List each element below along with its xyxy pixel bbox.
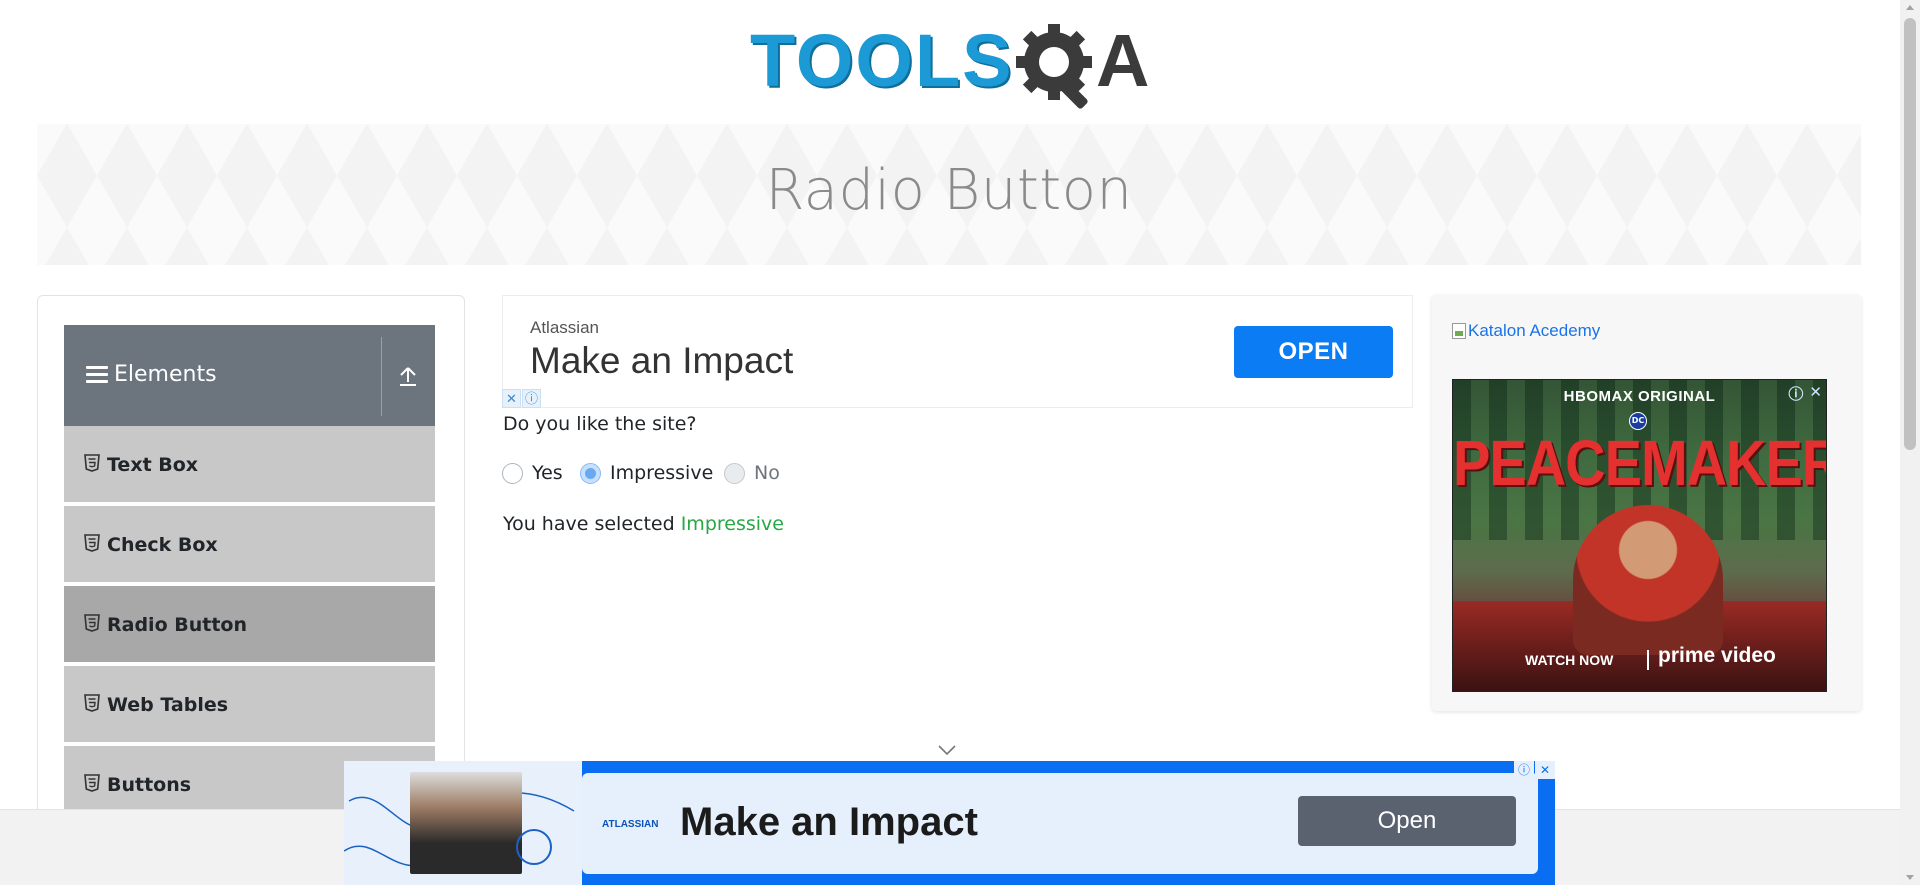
radio-label-impressive[interactable]: Impressive xyxy=(610,462,713,484)
sidebar-item-check-box[interactable]: Check Box xyxy=(64,506,435,584)
broken-image-icon xyxy=(1452,323,1466,339)
radio-input-impressive[interactable] xyxy=(580,462,601,484)
logo-text: TOOLS xyxy=(750,19,1014,102)
selection-result: You have selected Impressive xyxy=(503,513,784,535)
html5-icon xyxy=(84,614,100,632)
ad-info-icon[interactable]: ⓘ xyxy=(1514,761,1534,779)
globe-icon xyxy=(516,829,552,865)
bottom-ad-controls: ⓘ ✕ xyxy=(1514,761,1555,779)
chevron-down-icon[interactable] xyxy=(937,744,957,756)
peacemaker-ad[interactable]: HBOMAX ORIGINAL DC PEACEMAKER WATCH NOW … xyxy=(1452,379,1827,692)
ad-close-icon[interactable]: ✕ xyxy=(502,389,521,408)
scroll-up-icon[interactable] xyxy=(1906,5,1914,10)
html5-icon xyxy=(84,774,100,792)
radio-option-no: No xyxy=(724,460,780,486)
page-scrollbar[interactable] xyxy=(1900,0,1920,885)
bottom-ad-headline: Make an Impact xyxy=(680,800,978,844)
ad-photo xyxy=(410,772,522,874)
atlassian-logo: ATLASSIAN xyxy=(602,819,659,830)
sidebar-item-label: Web Tables xyxy=(107,694,229,716)
radio-option-yes[interactable]: Yes xyxy=(502,460,563,486)
radio-input-no xyxy=(724,462,745,484)
ad-info-icon[interactable]: ⓘ xyxy=(522,389,541,408)
sidebar-item-label: Buttons xyxy=(107,774,192,796)
result-prefix: You have selected xyxy=(503,513,681,535)
logo-suffix: A xyxy=(1096,19,1150,102)
top-ad-banner[interactable]: Atlassian Make an Impact OPEN xyxy=(502,295,1413,408)
sidebar-item-radio-button[interactable]: Radio Button xyxy=(64,586,435,664)
ad-headline: Make an Impact xyxy=(530,340,794,381)
header-divider xyxy=(381,337,382,416)
bottom-ad-panel: ATLASSIAN Make an Impact Open xyxy=(582,773,1538,874)
ad-brand: Atlassian xyxy=(530,318,599,337)
radio-option-impressive[interactable]: Impressive xyxy=(580,460,713,486)
radio-input-yes[interactable] xyxy=(502,462,523,484)
scroll-thumb[interactable] xyxy=(1904,18,1916,450)
poster-platform: prime video xyxy=(1658,644,1776,667)
scroll-down-icon[interactable] xyxy=(1906,875,1914,880)
bottom-ad-open-button[interactable]: Open xyxy=(1298,796,1516,846)
question-label: Do you like the site? xyxy=(503,413,697,435)
ad-close-icon[interactable]: ✕ xyxy=(1809,383,1822,404)
collapse-arrow-icon[interactable] xyxy=(393,361,423,391)
poster-separator xyxy=(1647,650,1649,670)
ad-close-icon[interactable]: ✕ xyxy=(1535,761,1555,779)
sidebar-item-label: Text Box xyxy=(107,454,199,476)
gear-icon xyxy=(1016,24,1092,109)
html5-icon xyxy=(84,534,100,552)
sidebar-item-web-tables[interactable]: Web Tables xyxy=(64,666,435,744)
ad-illustration xyxy=(344,761,582,885)
hamburger-icon xyxy=(86,366,108,384)
page-title: Radio Button xyxy=(765,158,1133,223)
poster-cta: WATCH NOW xyxy=(1525,652,1614,668)
result-value: Impressive xyxy=(680,513,784,535)
poster-network: HBOMAX ORIGINAL xyxy=(1563,388,1716,405)
sidebar-group-title: Elements xyxy=(114,362,217,387)
radio-label-yes[interactable]: Yes xyxy=(532,462,563,484)
radio-label-no: No xyxy=(754,462,780,484)
bottom-ad-banner[interactable]: ATLASSIAN Make an Impact Open ⓘ ✕ xyxy=(344,761,1555,885)
sidebar-item-label: Check Box xyxy=(107,534,218,556)
sidebar-item-text-box[interactable]: Text Box xyxy=(64,426,435,504)
page-banner: Radio Button xyxy=(37,124,1861,265)
ad-choices: ✕ ⓘ xyxy=(502,389,542,408)
poster-figure xyxy=(1573,505,1723,655)
sidebar-item-label: Radio Button xyxy=(107,614,247,636)
ad-info-icon[interactable]: ⓘ xyxy=(1788,383,1803,404)
katalon-ad-link[interactable]: Katalon Acedemy xyxy=(1452,321,1600,341)
broken-image-alt: Katalon Acedemy xyxy=(1468,321,1601,340)
sidebar-group-elements[interactable]: Elements xyxy=(64,325,435,426)
toolsqa-logo[interactable]: TOOLS A xyxy=(750,20,1154,112)
html5-icon xyxy=(84,454,100,472)
poster-ad-controls: ⓘ ✕ xyxy=(1788,383,1822,404)
ad-open-button[interactable]: OPEN xyxy=(1234,326,1393,378)
poster-title: PEACEMAKER xyxy=(1453,426,1827,499)
html5-icon xyxy=(84,694,100,712)
